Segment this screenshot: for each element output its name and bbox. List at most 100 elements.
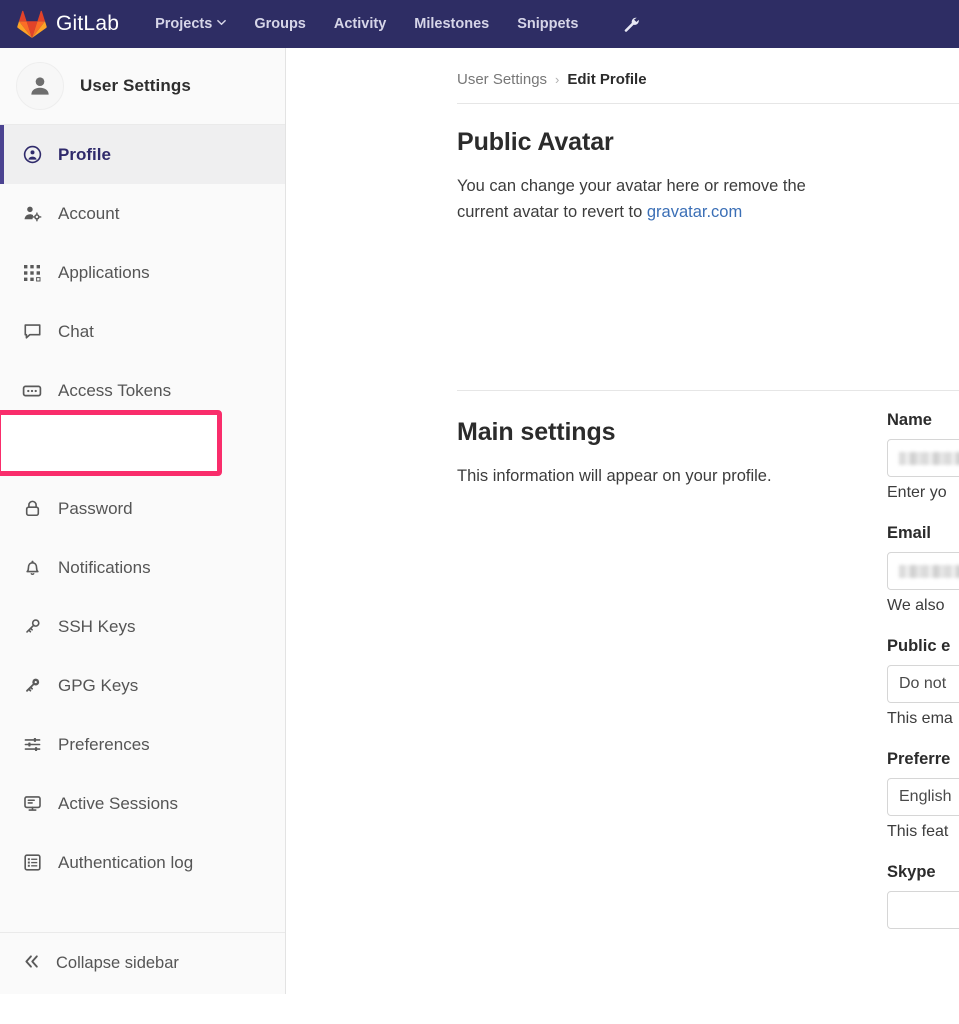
app-root: GitLab Projects Groups Activity Mileston…: [0, 0, 959, 1024]
envelope-icon: [22, 440, 42, 460]
nav-link-milestones[interactable]: Milestones: [400, 0, 503, 48]
field-email-label: Email: [887, 524, 932, 542]
field-email-hint: We also: [887, 597, 945, 614]
public-avatar-description-text: You can change your avatar here or remov…: [457, 177, 806, 222]
chat-bubble-icon: [22, 322, 42, 342]
sidebar-item-password[interactable]: Password: [0, 479, 285, 538]
double-chevron-left-icon: [22, 952, 41, 976]
lock-icon: [22, 499, 42, 519]
key-solid-icon: [22, 676, 42, 696]
public-avatar-title: Public Avatar: [457, 128, 614, 156]
user-avatar-icon: [31, 77, 49, 95]
nav-link-projects-label: Projects: [155, 16, 213, 32]
list-doc-icon: [22, 853, 42, 873]
collapse-sidebar-label: Collapse sidebar: [56, 954, 179, 972]
nav-link-projects[interactable]: Projects: [141, 0, 240, 48]
public-email-select[interactable]: Do not: [887, 665, 959, 703]
key-icon: [22, 617, 42, 637]
main-content: User Settings › Edit Profile Public Avat…: [287, 48, 959, 1024]
nav-link-snippets[interactable]: Snippets: [503, 0, 592, 48]
sidebar-header: User Settings: [0, 48, 285, 125]
redacted-value: [899, 451, 959, 465]
field-email: Email We also: [887, 524, 959, 615]
field-name: Name Enter yo: [887, 411, 959, 502]
gitlab-tanuki-icon: [17, 10, 47, 38]
sidebar-item-label: SSH Keys: [58, 616, 136, 636]
sidebar-item-label: Emails: [58, 439, 110, 459]
sidebar-item-label: Profile: [58, 144, 111, 164]
sidebar-item-notifications[interactable]: Notifications: [0, 538, 285, 597]
field-preferred-language-label: Preferre: [887, 750, 951, 768]
nav-link-groups[interactable]: Groups: [240, 0, 320, 48]
sidebar-item-label: Notifications: [58, 557, 151, 577]
sidebar-item-ssh-keys[interactable]: SSH Keys: [0, 597, 285, 656]
nav-links: Projects Groups Activity Milestones Snip…: [141, 0, 592, 48]
field-public-email-label: Public e: [887, 637, 951, 655]
field-name-hint: Enter yo: [887, 484, 947, 501]
user-circle-icon: [22, 145, 42, 165]
gravatar-link[interactable]: gravatar.com: [647, 203, 742, 221]
main-settings-section: Main settings This information will appe…: [457, 418, 959, 489]
sidebar-item-label: Chat: [58, 321, 94, 341]
breadcrumb-current: Edit Profile: [567, 71, 647, 88]
sidebar-nav-list: Profile Account Applications Chat Access…: [0, 125, 285, 892]
token-card-icon: [22, 381, 42, 401]
divider-top: [457, 103, 959, 104]
sidebar-item-authentication-log[interactable]: Authentication log: [0, 833, 285, 892]
admin-wrench-button[interactable]: [614, 0, 648, 48]
sidebar-item-gpg-keys[interactable]: GPG Keys: [0, 656, 285, 715]
gitlab-logo-link[interactable]: [0, 0, 64, 48]
nav-link-activity[interactable]: Activity: [320, 0, 400, 48]
email-input[interactable]: [887, 552, 959, 590]
monitor-icon: [22, 794, 42, 814]
sidebar-item-chat[interactable]: Chat: [0, 302, 285, 361]
public-avatar-section: Public Avatar You can change your avatar…: [457, 128, 959, 225]
breadcrumb-separator: ›: [555, 72, 560, 87]
field-name-label: Name: [887, 411, 932, 429]
top-navbar: GitLab Projects Groups Activity Mileston…: [0, 0, 959, 48]
bell-icon: [22, 558, 42, 578]
collapse-sidebar-button[interactable]: Collapse sidebar: [0, 932, 285, 994]
main-settings-title: Main settings: [457, 418, 616, 446]
user-settings-sidebar: User Settings Profile Account Applicatio: [0, 48, 286, 994]
avatar: [16, 62, 64, 110]
sidebar-item-preferences[interactable]: Preferences: [0, 715, 285, 774]
public-avatar-description: You can change your avatar here or remov…: [457, 173, 829, 225]
sidebar-item-profile[interactable]: Profile: [0, 125, 285, 184]
sidebar-item-access-tokens[interactable]: Access Tokens: [0, 361, 285, 420]
field-public-email: Public e Do not This ema: [887, 637, 959, 728]
wrench-icon: [624, 17, 639, 32]
sidebar-item-label: Preferences: [58, 734, 150, 754]
sidebar-item-emails[interactable]: Emails: [0, 420, 285, 479]
chevron-down-icon: [217, 18, 227, 27]
field-public-email-hint: This ema: [887, 710, 953, 727]
user-gear-icon: [22, 204, 42, 224]
field-preferred-language-hint: This feat: [887, 823, 949, 840]
skype-input[interactable]: [887, 891, 959, 929]
field-skype-label: Skype: [887, 863, 936, 881]
sidebar-item-applications[interactable]: Applications: [0, 243, 285, 302]
sidebar-item-label: Active Sessions: [58, 793, 178, 813]
sidebar-item-label: Applications: [58, 262, 150, 282]
divider-middle: [457, 390, 959, 391]
main-settings-description: This information will appear on your pro…: [457, 467, 772, 485]
breadcrumb: User Settings › Edit Profile: [287, 48, 959, 88]
sliders-icon: [22, 735, 42, 755]
sidebar-item-label: Authentication log: [58, 852, 194, 872]
sidebar-item-label: GPG Keys: [58, 675, 139, 695]
redacted-value: [899, 564, 959, 578]
brand-name: GitLab: [56, 12, 120, 35]
preferred-language-select[interactable]: English: [887, 778, 959, 816]
name-input[interactable]: [887, 439, 959, 477]
sidebar-item-account[interactable]: Account: [0, 184, 285, 243]
sidebar-item-active-sessions[interactable]: Active Sessions: [0, 774, 285, 833]
sidebar-item-label: Access Tokens: [58, 380, 172, 400]
main-settings-form: Name Enter yo Email We also Public e Do …: [887, 411, 959, 929]
sidebar-title: User Settings: [80, 76, 191, 95]
apps-grid-icon: [22, 263, 42, 283]
field-preferred-language: Preferre English This feat: [887, 750, 959, 841]
field-skype: Skype: [887, 863, 959, 929]
sidebar-item-label: Password: [58, 498, 133, 518]
sidebar-item-label: Account: [58, 203, 120, 223]
breadcrumb-parent[interactable]: User Settings: [457, 71, 547, 88]
